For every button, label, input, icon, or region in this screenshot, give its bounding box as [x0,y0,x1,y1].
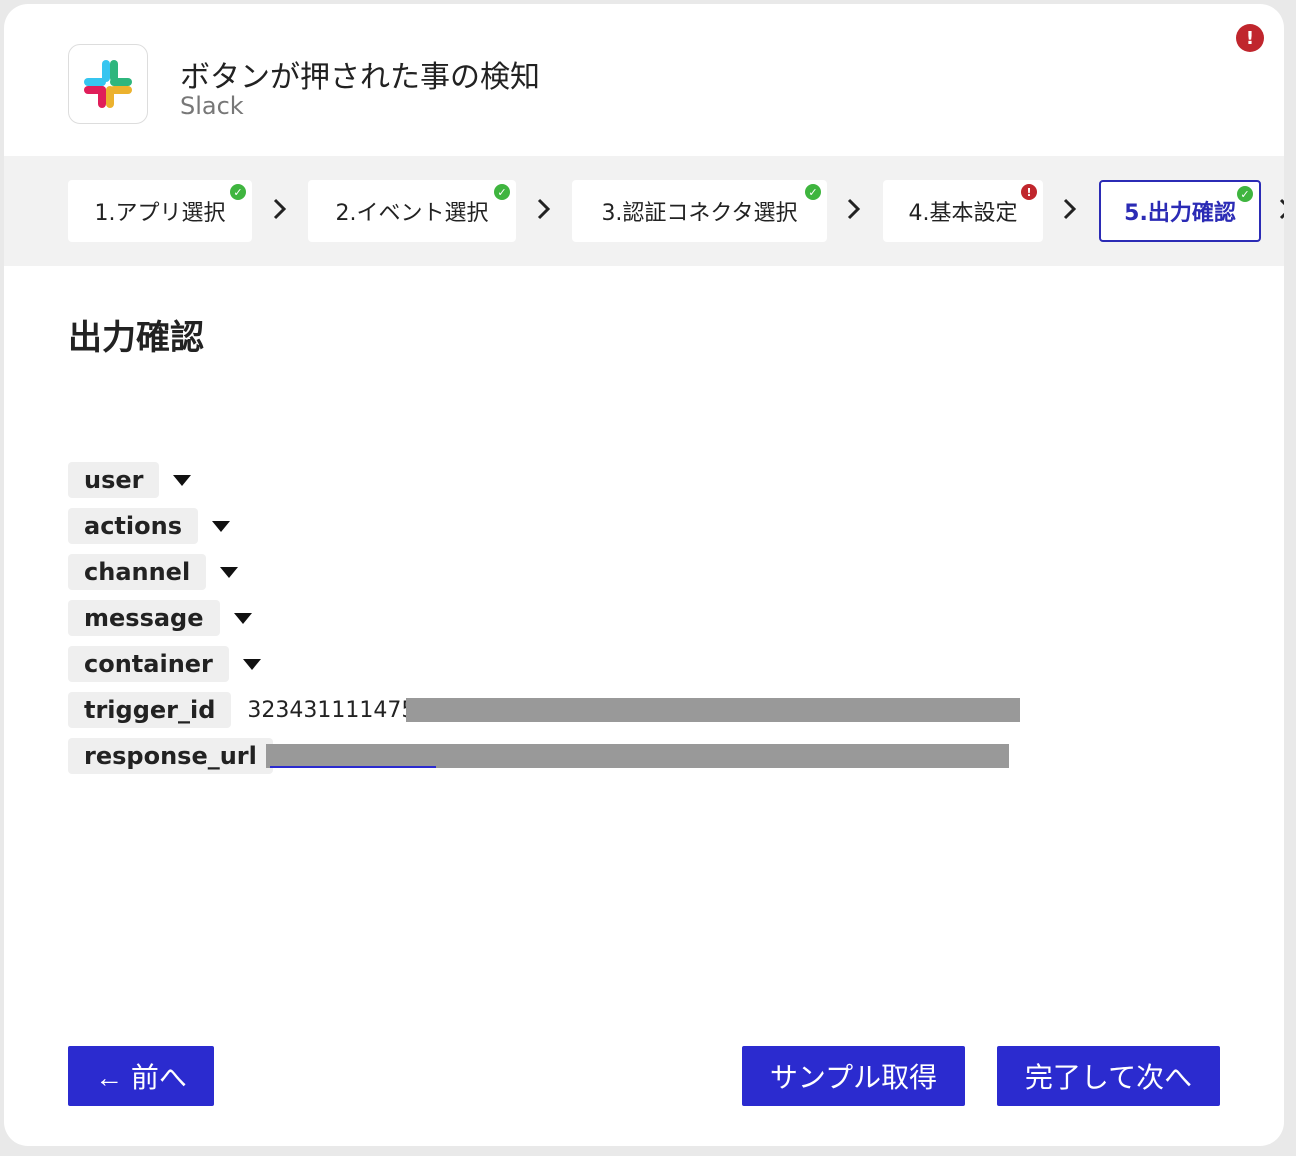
step-app-select[interactable]: 1.アプリ選択 ✓ [68,180,252,242]
caret-down-icon[interactable] [211,520,230,532]
check-icon: ✓ [1237,186,1253,202]
caret-down-icon[interactable] [242,658,261,670]
complete-next-button[interactable]: 完了して次へ [997,1046,1220,1106]
field-key: user [68,462,160,498]
field-key: message [68,600,220,636]
chevron-right-icon [273,198,287,220]
alert-icon[interactable]: ! [1236,24,1264,52]
page-title: ボタンが押された事の検知 [180,60,540,95]
error-icon: ! [1021,184,1037,200]
field-key: container [68,646,229,682]
header: ボタンが押された事の検知 Slack ! [4,4,1284,156]
field-row-trigger-id: trigger_id 3234311114755 [68,692,429,728]
check-icon: ✓ [805,184,821,200]
field-row-actions[interactable]: actions [68,508,230,544]
caret-down-icon[interactable] [233,612,252,624]
step-label: 2.イベント選択 [335,201,489,226]
caret-down-icon[interactable] [173,474,192,486]
step-basic-settings[interactable]: 4.基本設定 ! [883,180,1043,242]
step-label: 1.アプリ選択 [94,201,226,226]
check-icon: ✓ [494,184,510,200]
field-row-user[interactable]: user [68,462,192,498]
slack-logo-icon [68,44,148,124]
prev-button[interactable]: ← 前へ [68,1046,214,1106]
field-row-container[interactable]: container [68,646,261,682]
step-label: 3.認証コネクタ選択 [601,201,798,226]
caret-down-icon[interactable] [220,566,239,578]
step-event-select[interactable]: 2.イベント選択 ✓ [308,180,516,242]
step-output-check[interactable]: 5.出力確認 ✓ [1099,180,1261,242]
step-navigation: 1.アプリ選択 ✓ 2.イベント選択 ✓ 3.認証コネクタ選択 ✓ 4.基本設定… [4,156,1284,266]
step-label: 4.基本設定 [908,201,1018,226]
step-auth-connector-select[interactable]: 3.認証コネクタ選択 ✓ [572,180,827,242]
step-label: 5.出力確認 [1124,201,1236,226]
check-icon: ✓ [230,184,246,200]
field-key: trigger_id [68,692,232,728]
chevron-right-icon [537,198,551,220]
field-row-message[interactable]: message [68,600,252,636]
field-row-response-url: response_url [68,738,289,774]
chevron-right-icon [1279,198,1284,220]
chevron-right-icon [1063,198,1077,220]
section-title: 出力確認 [68,318,204,358]
app-name: Slack [180,92,244,120]
field-key: actions [68,508,198,544]
sample-fetch-button[interactable]: サンプル取得 [742,1046,965,1106]
redacted-block [266,744,1009,768]
field-key: response_url [68,738,273,774]
field-value: 3234311114755 [247,697,430,723]
link-underline[interactable] [270,766,436,768]
field-key: channel [68,554,207,590]
field-row-channel[interactable]: channel [68,554,239,590]
modal-card: ボタンが押された事の検知 Slack ! 1.アプリ選択 ✓ 2.イベント選択 … [4,4,1284,1146]
chevron-right-icon [847,198,861,220]
redacted-block [406,698,1020,722]
